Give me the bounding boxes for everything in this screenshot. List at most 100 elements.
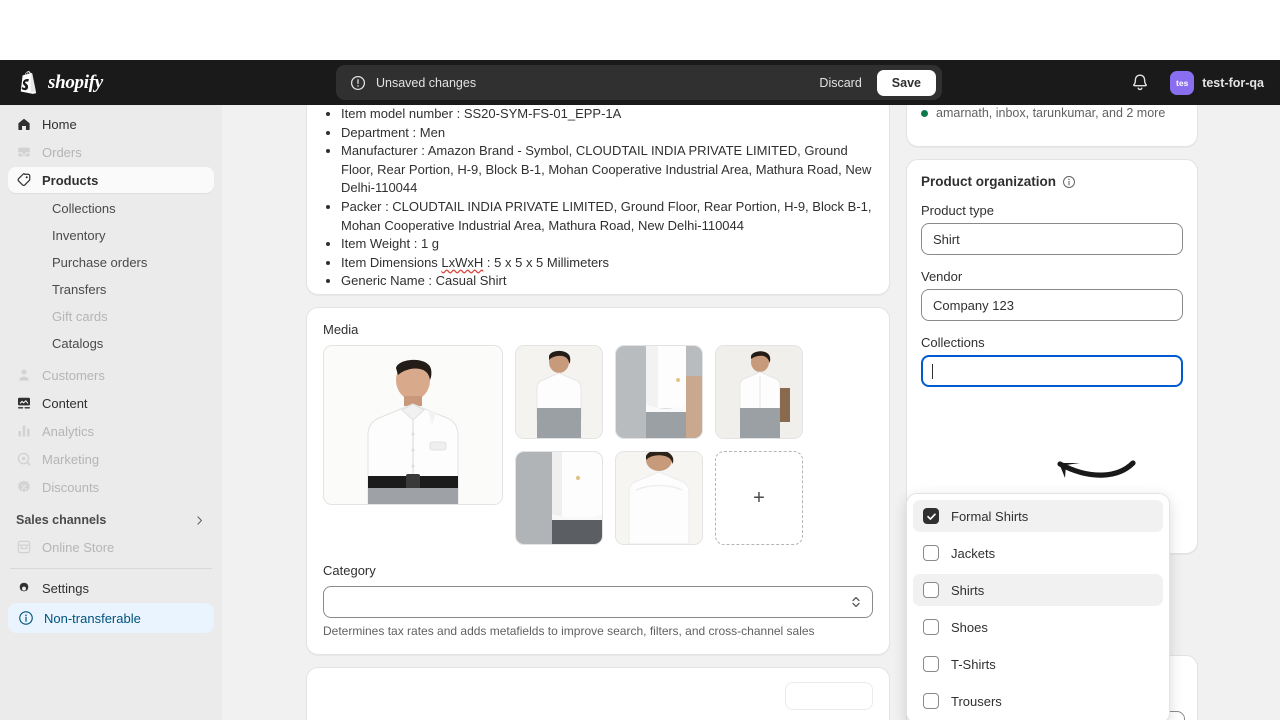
collections-option-jackets[interactable]: Jackets	[913, 537, 1163, 569]
info-circle-icon[interactable]	[1062, 175, 1076, 189]
non-transferable-label: Non-transferable	[44, 610, 141, 626]
person-icon	[19, 369, 29, 381]
sidebar-item-gift-cards[interactable]: Gift cards	[8, 303, 214, 329]
sidebar-item-label: Orders	[42, 144, 82, 160]
collections-option-label: T-Shirts	[951, 656, 996, 672]
media-thumbnail[interactable]	[515, 451, 603, 545]
media-thumbnail[interactable]	[515, 345, 603, 439]
shirt-back-image	[516, 346, 602, 438]
description-bullet-department: Department : Men	[341, 124, 873, 143]
sidebar-subitem-label: Gift cards	[52, 308, 108, 324]
sidebar-item-transfers[interactable]: Transfers	[8, 276, 214, 302]
description-bullet-manufacturer: Manufacturer : Amazon Brand - Symbol, CL…	[341, 142, 873, 198]
sidebar-item-online-store[interactable]: Online Store	[8, 534, 214, 560]
description-card: ASIN : B09FRRDSHC Item model number : SS…	[306, 105, 890, 295]
collections-option-formal-shirts[interactable]: Formal Shirts	[913, 500, 1163, 532]
media-card: Media + Category Determines tax rates an…	[306, 307, 890, 655]
shirt-model-front-image	[324, 346, 502, 504]
lower-card-partial	[306, 667, 890, 720]
sidebar-item-inventory[interactable]: Inventory	[8, 222, 214, 248]
product-type-input[interactable]: Shirt	[921, 223, 1183, 255]
media-hero-image[interactable]	[323, 345, 503, 505]
sidebar-item-content[interactable]: Content	[8, 390, 214, 416]
content-icon	[18, 397, 30, 409]
shopify-logo[interactable]: shopify	[0, 70, 222, 95]
info-circle-icon	[19, 611, 33, 625]
collections-option-shoes[interactable]: Shoes	[913, 611, 1163, 643]
store-icon	[17, 540, 31, 554]
chevron-right-icon	[197, 515, 202, 525]
description-bullet-generic-name: Generic Name : Casual Shirt	[341, 272, 873, 291]
sidebar-item-settings[interactable]: Settings	[8, 575, 214, 601]
product-type-label: Product type	[921, 203, 994, 218]
dimensions-prefix: Item Dimensions	[341, 254, 442, 270]
collections-option-shirts[interactable]: Shirts	[913, 574, 1163, 606]
vendor-input[interactable]: Company 123	[921, 289, 1183, 321]
media-grid: +	[323, 345, 873, 545]
sidebar-item-label: Settings	[42, 580, 89, 596]
sidebar-item-analytics[interactable]: Analytics	[8, 418, 214, 444]
description-bullet-packer: Packer : CLOUDTAIL INDIA PRIVATE LIMITED…	[341, 198, 873, 235]
vendor-label: Vendor	[921, 269, 963, 284]
checkbox-checked-icon[interactable]	[923, 508, 939, 524]
checkbox-icon[interactable]	[923, 582, 939, 598]
lower-card-button[interactable]	[785, 682, 873, 710]
collections-option-label: Jackets	[951, 545, 996, 561]
checkbox-icon[interactable]	[923, 545, 939, 561]
non-transferable-banner[interactable]: Non-transferable	[8, 603, 214, 633]
collections-input[interactable]	[921, 355, 1183, 387]
description-bullet-dimensions: Item Dimensions LxWxH : 5 x 5 x 5 Millim…	[341, 254, 873, 273]
add-media-button[interactable]: +	[715, 451, 803, 545]
collections-option-label: Shirts	[951, 582, 985, 598]
unsaved-changes-label: Unsaved changes	[376, 75, 477, 90]
sales-channels-label: Sales channels	[16, 513, 107, 527]
shirt-collar-back-image	[616, 452, 702, 544]
sidebar-subitem-label: Inventory	[52, 227, 106, 243]
sidebar-sales-channels-header[interactable]: Sales channels	[8, 506, 214, 534]
category-select[interactable]	[323, 586, 873, 618]
shopify-admin-window: shopify Unsaved changes Discard Save tes	[0, 0, 1280, 720]
sidebar-item-label: Discounts	[42, 479, 100, 495]
sidebar-item-label: Online Store	[42, 539, 115, 555]
media-thumbnail[interactable]	[615, 345, 703, 439]
collections-option-trousers[interactable]: Trousers	[913, 685, 1163, 717]
avatar: tes	[1170, 70, 1195, 95]
sidebar-item-orders[interactable]: Orders	[8, 139, 214, 165]
product-organization-title: Product organization	[921, 174, 1183, 189]
text-caret	[932, 363, 933, 379]
media-label: Media	[323, 322, 359, 337]
username-label: test-for-qa	[1202, 75, 1264, 90]
media-thumbnail[interactable]	[715, 345, 803, 439]
description-bullet-model: Item model number : SS20-SYM-FS-01_EPP-1…	[341, 105, 873, 124]
user-menu[interactable]: tes test-for-qa	[1164, 68, 1270, 98]
save-button[interactable]: Save	[876, 69, 936, 96]
sidebar-item-discounts[interactable]: Discounts	[8, 474, 214, 500]
sidebar-item-collections[interactable]: Collections	[8, 195, 214, 221]
sidebar-item-products[interactable]: Products	[8, 167, 214, 193]
sidebar-item-catalogs[interactable]: Catalogs	[8, 330, 214, 356]
collections-option-t-shirts[interactable]: T-Shirts	[913, 648, 1163, 680]
sidebar-item-purchase-orders[interactable]: Purchase orders	[8, 249, 214, 275]
checkbox-icon[interactable]	[923, 619, 939, 635]
discard-button[interactable]: Discard	[806, 70, 874, 96]
side-column: amarnath, inbox, tarunkumar, and 2 more …	[906, 105, 1198, 720]
megaphone-icon	[17, 452, 31, 466]
collections-label: Collections	[921, 335, 985, 350]
sidebar-subitem-label: Catalogs	[52, 335, 104, 351]
checkbox-icon[interactable]	[923, 656, 939, 672]
gear-icon	[19, 582, 29, 592]
sidebar-item-customers[interactable]: Customers	[8, 362, 214, 388]
orders-icon	[18, 147, 30, 157]
sidebar-item-label: Customers	[42, 367, 105, 383]
shirt-model-seated-image	[716, 346, 802, 438]
bell-icon[interactable]	[1130, 73, 1150, 93]
sidebar-item-label: Products	[42, 172, 99, 188]
checkbox-icon[interactable]	[923, 693, 939, 709]
sidebar-item-marketing[interactable]: Marketing	[8, 446, 214, 472]
category-label: Category	[323, 563, 376, 578]
sidebar-item-label: Analytics	[42, 423, 95, 439]
sidebar-item-label: Marketing	[42, 451, 100, 467]
media-thumbnail[interactable]	[615, 451, 703, 545]
sales-channels-card: amarnath, inbox, tarunkumar, and 2 more	[906, 105, 1198, 147]
sidebar-item-home[interactable]: Home	[8, 111, 214, 137]
